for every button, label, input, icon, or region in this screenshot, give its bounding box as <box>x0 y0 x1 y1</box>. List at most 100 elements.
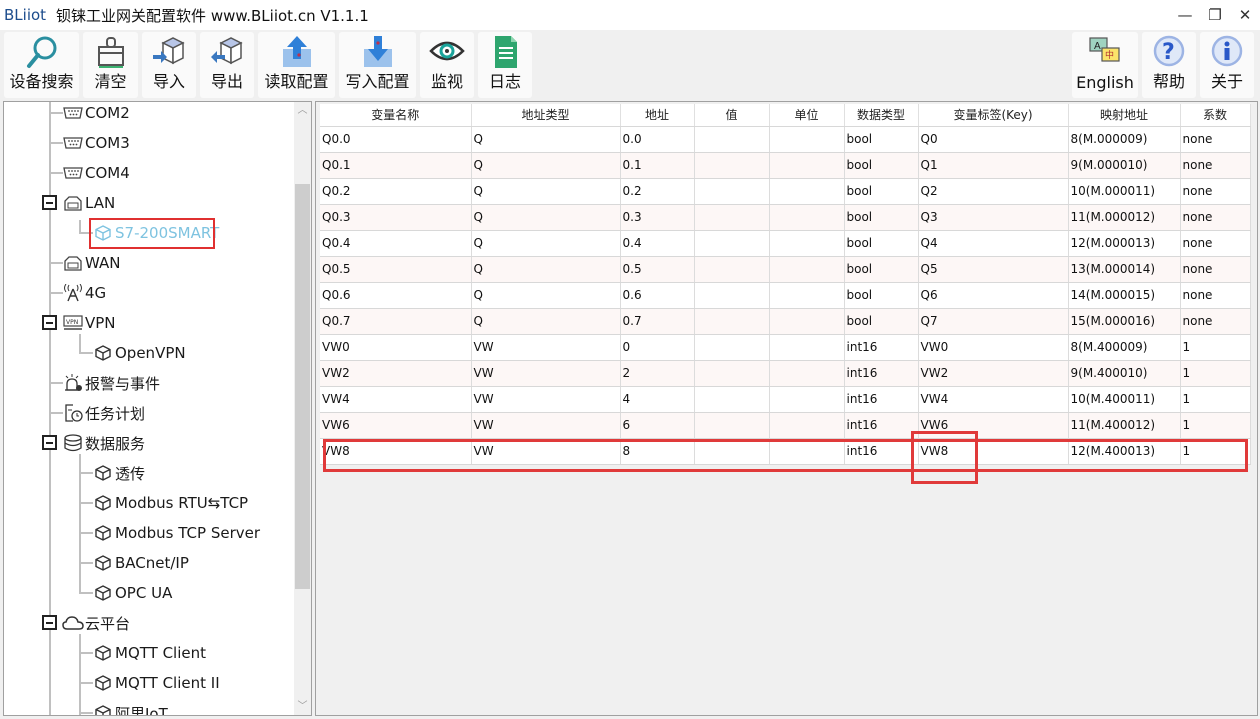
key-cell[interactable]: VW4 <box>918 386 1069 413</box>
address-cell[interactable]: 0.3 <box>620 204 695 231</box>
table-row[interactable]: Q0.7 Q 0.7 bool Q7 15(M.000016) none <box>320 308 1251 335</box>
coefficient-cell[interactable]: 1 <box>1180 412 1251 439</box>
data-type-cell[interactable]: bool <box>844 230 919 257</box>
lan-expander[interactable] <box>42 195 57 210</box>
data-type-cell[interactable]: bool <box>844 308 919 335</box>
address-type-cell[interactable]: Q <box>471 178 621 205</box>
column-header-variable-name[interactable]: 变量名称 <box>320 104 472 127</box>
address-type-cell[interactable]: VW <box>471 386 621 413</box>
key-cell[interactable]: Q2 <box>918 178 1069 205</box>
address-cell[interactable]: 0.5 <box>620 256 695 283</box>
mapped-address-cell[interactable]: 8(M.400009) <box>1068 334 1181 361</box>
address-type-cell[interactable]: VW <box>471 412 621 439</box>
variable-name-cell[interactable]: VW4 <box>320 386 472 413</box>
tree-node-lan[interactable]: LAN <box>62 191 115 215</box>
unit-cell[interactable] <box>769 152 845 179</box>
tree-node-bacnet-ip[interactable]: BACnet/IP <box>92 551 189 575</box>
unit-cell[interactable] <box>769 178 845 205</box>
tree-node-openvpn[interactable]: OpenVPN <box>92 341 186 365</box>
cloud-expander[interactable] <box>42 615 57 630</box>
table-row[interactable]: Q0.2 Q 0.2 bool Q2 10(M.000011) none <box>320 178 1251 205</box>
table-row[interactable]: Q0.5 Q 0.5 bool Q5 13(M.000014) none <box>320 256 1251 283</box>
address-type-cell[interactable]: VW <box>471 360 621 387</box>
mapped-address-cell[interactable]: 13(M.000014) <box>1068 256 1181 283</box>
clear-button[interactable]: 清空 <box>83 32 138 98</box>
help-button[interactable]: ? 帮助 <box>1142 32 1196 98</box>
mapped-address-cell[interactable]: 8(M.000009) <box>1068 126 1181 153</box>
address-cell[interactable]: 2 <box>620 360 695 387</box>
table-row[interactable]: Q0.6 Q 0.6 bool Q6 14(M.000015) none <box>320 282 1251 309</box>
export-button[interactable]: 导出 <box>200 32 254 98</box>
coefficient-cell[interactable]: none <box>1180 256 1251 283</box>
log-button[interactable]: 日志 <box>478 32 532 98</box>
table-row[interactable]: Q0.4 Q 0.4 bool Q4 12(M.000013) none <box>320 230 1251 257</box>
variable-name-cell[interactable]: Q0.0 <box>320 126 472 153</box>
value-cell[interactable] <box>694 360 770 387</box>
mapped-address-cell[interactable]: 9(M.000010) <box>1068 152 1181 179</box>
unit-cell[interactable] <box>769 126 845 153</box>
key-cell[interactable]: Q4 <box>918 230 1069 257</box>
tree-node-schedule[interactable]: 任务计划 <box>62 401 145 425</box>
table-row[interactable]: VW0 VW 0 int16 VW0 8(M.400009) 1 <box>320 334 1251 361</box>
import-button[interactable]: 导入 <box>142 32 196 98</box>
value-cell[interactable] <box>694 282 770 309</box>
address-cell[interactable]: 0.4 <box>620 230 695 257</box>
address-type-cell[interactable]: Q <box>471 152 621 179</box>
tree-node-com3[interactable]: COM3 <box>62 131 130 155</box>
value-cell[interactable] <box>694 204 770 231</box>
mapped-address-cell[interactable]: 14(M.000015) <box>1068 282 1181 309</box>
column-header-coefficient[interactable]: 系数 <box>1180 104 1251 127</box>
table-row[interactable]: VW6 VW 6 int16 VW6 11(M.400012) 1 <box>320 412 1251 439</box>
unit-cell[interactable] <box>769 204 845 231</box>
tree-node-com2[interactable]: COM2 <box>62 102 130 125</box>
address-type-cell[interactable]: Q <box>471 256 621 283</box>
address-cell[interactable]: 0 <box>620 334 695 361</box>
variable-name-cell[interactable]: VW6 <box>320 412 472 439</box>
column-header-mapped-address[interactable]: 映射地址 <box>1068 104 1181 127</box>
data-type-cell[interactable]: bool <box>844 204 919 231</box>
variable-name-cell[interactable]: Q0.5 <box>320 256 472 283</box>
table-row[interactable]: VW4 VW 4 int16 VW4 10(M.400011) 1 <box>320 386 1251 413</box>
table-row[interactable]: Q0.3 Q 0.3 bool Q3 11(M.000012) none <box>320 204 1251 231</box>
tree-node-data-service[interactable]: 数据服务 <box>62 431 145 455</box>
coefficient-cell[interactable]: none <box>1180 230 1251 257</box>
variable-name-cell[interactable]: Q0.3 <box>320 204 472 231</box>
variable-name-cell[interactable]: Q0.4 <box>320 230 472 257</box>
key-cell[interactable]: Q5 <box>918 256 1069 283</box>
key-cell[interactable]: Q1 <box>918 152 1069 179</box>
data-type-cell[interactable]: bool <box>844 178 919 205</box>
scrollbar-thumb[interactable] <box>295 184 310 589</box>
value-cell[interactable] <box>694 334 770 361</box>
address-cell[interactable]: 0.1 <box>620 152 695 179</box>
value-cell[interactable] <box>694 152 770 179</box>
column-header-value[interactable]: 值 <box>694 104 770 127</box>
monitor-button[interactable]: 监视 <box>420 32 474 98</box>
value-cell[interactable] <box>694 308 770 335</box>
address-type-cell[interactable]: Q <box>471 308 621 335</box>
data-service-expander[interactable] <box>42 435 57 450</box>
address-type-cell[interactable]: Q <box>471 126 621 153</box>
tree-node-modbus-rtu-tcp[interactable]: Modbus RTU⇆TCP <box>92 491 248 515</box>
column-header-address-type[interactable]: 地址类型 <box>471 104 621 127</box>
device-search-button[interactable]: 设备搜索 <box>4 32 79 98</box>
address-cell[interactable]: 4 <box>620 386 695 413</box>
variable-name-cell[interactable]: VW0 <box>320 334 472 361</box>
scroll-down-arrow[interactable]: ﹀ <box>294 698 311 715</box>
variable-name-cell[interactable]: Q0.6 <box>320 282 472 309</box>
variable-name-cell[interactable]: Q0.7 <box>320 308 472 335</box>
coefficient-cell[interactable]: none <box>1180 152 1251 179</box>
key-cell[interactable]: Q6 <box>918 282 1069 309</box>
tree-node-4g[interactable]: 4G <box>62 281 106 305</box>
value-cell[interactable] <box>694 230 770 257</box>
unit-cell[interactable] <box>769 256 845 283</box>
address-cell[interactable]: 6 <box>620 412 695 439</box>
coefficient-cell[interactable]: 1 <box>1180 360 1251 387</box>
data-type-cell[interactable]: bool <box>844 282 919 309</box>
tree-node-opc-ua[interactable]: OPC UA <box>92 581 172 605</box>
close-button[interactable]: ✕ <box>1230 0 1260 30</box>
unit-cell[interactable] <box>769 230 845 257</box>
data-type-cell[interactable]: bool <box>844 152 919 179</box>
scroll-up-arrow[interactable]: ︿ <box>294 102 311 119</box>
data-type-cell[interactable]: int16 <box>844 412 919 439</box>
data-type-cell[interactable]: bool <box>844 126 919 153</box>
